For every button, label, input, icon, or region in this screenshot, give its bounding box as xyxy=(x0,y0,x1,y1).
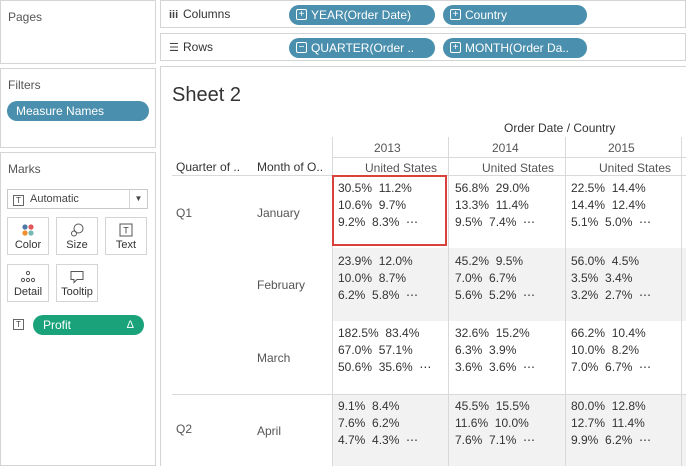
size-label: Size xyxy=(66,239,88,251)
profit-mark-row[interactable]: T Profit Δ xyxy=(7,315,148,335)
column-pill-year-label: YEAR(Order Date) xyxy=(311,8,412,22)
country-header-2013[interactable]: United States xyxy=(365,161,437,175)
columns-label-text: Columns xyxy=(183,7,231,21)
column-group-header: Order Date / Country xyxy=(504,121,616,135)
month-january[interactable]: January xyxy=(257,206,300,220)
columns-icon: iii xyxy=(169,9,179,21)
grid-line xyxy=(172,394,686,395)
marks-pane[interactable]: Marks T Automatic ▼ Color Size T Text De… xyxy=(0,152,156,466)
column-pill-country-label: Country xyxy=(465,8,508,22)
svg-text:T: T xyxy=(123,226,129,236)
rows-shelf-label: ☰ Rows xyxy=(169,40,213,54)
data-cell[interactable]: 80.0% 12.8% 12.7% 11.4% 9.9% 6.2% ⋯ xyxy=(571,398,651,449)
grid-line xyxy=(681,137,682,466)
quarter-q1[interactable]: Q1 xyxy=(176,206,192,220)
detail-icon xyxy=(8,269,48,285)
data-cell[interactable]: 56.0% 4.5% 3.5% 3.4% 3.2% 2.7% ⋯ xyxy=(571,253,651,304)
data-cell[interactable]: 66.2% 10.4% 10.0% 8.2% 7.0% 6.7% ⋯ xyxy=(571,325,651,376)
collapse-minus-icon[interactable]: − xyxy=(296,42,307,53)
row-pill-quarter[interactable]: − QUARTER(Order .. xyxy=(289,38,435,58)
color-icon xyxy=(8,222,48,238)
year-header-2013[interactable]: 2013 xyxy=(374,141,401,155)
year-header-2014[interactable]: 2014 xyxy=(492,141,519,155)
month-april[interactable]: April xyxy=(257,424,281,438)
rows-label-text: Rows xyxy=(183,40,214,54)
column-pill-year[interactable]: + YEAR(Order Date) xyxy=(289,5,435,25)
filter-pill-measure-names[interactable]: Measure Names xyxy=(7,101,149,121)
tooltip-label: Tooltip xyxy=(61,286,93,298)
row-pill-quarter-label: QUARTER(Order .. xyxy=(311,41,415,55)
data-cell[interactable]: 22.5% 14.4% 14.4% 12.4% 5.1% 5.0% ⋯ xyxy=(571,180,651,231)
grid-line xyxy=(332,157,686,158)
quarter-q2[interactable]: Q2 xyxy=(176,422,192,436)
data-cell[interactable]: 56.8% 29.0% 13.3% 11.4% 9.5% 7.4% ⋯ xyxy=(455,180,535,231)
text-icon: T xyxy=(106,222,146,238)
tooltip-button[interactable]: Tooltip xyxy=(56,264,98,302)
selected-cell-highlight xyxy=(332,175,447,246)
country-header-2015[interactable]: United States xyxy=(599,161,671,175)
column-pill-country[interactable]: + Country xyxy=(443,5,587,25)
row-pill-month[interactable]: + MONTH(Order Da.. xyxy=(443,38,587,58)
marks-title: Marks xyxy=(8,162,41,176)
text-mark-icon: T xyxy=(13,319,24,330)
profit-pill-label: Profit xyxy=(43,318,72,332)
pages-pane[interactable]: Pages xyxy=(0,0,156,64)
expand-plus-icon[interactable]: + xyxy=(450,9,461,20)
mark-type-value: Automatic xyxy=(30,193,79,205)
country-header-2014[interactable]: United States xyxy=(482,161,554,175)
text-mark-icon: T xyxy=(13,195,24,206)
size-button[interactable]: Size xyxy=(56,217,98,255)
month-march[interactable]: March xyxy=(257,351,290,365)
month-header[interactable]: Month of O.. xyxy=(257,160,323,174)
color-label: Color xyxy=(14,239,42,251)
sheet-title: Sheet 2 xyxy=(172,84,241,106)
grid-line xyxy=(448,137,449,466)
rows-shelf[interactable]: ☰ Rows − QUARTER(Order .. + MONTH(Order Da.… xyxy=(160,33,686,61)
data-cell[interactable]: 45.5% 15.5% 11.6% 10.0% 7.6% 7.1% ⋯ xyxy=(455,398,535,449)
data-cell[interactable]: 9.1% 8.4% 7.6% 6.2% 4.7% 4.3% ⋯ xyxy=(338,398,418,449)
columns-shelf[interactable]: iii Columns + YEAR(Order Date) + Country xyxy=(160,0,686,28)
expand-plus-icon[interactable]: + xyxy=(450,42,461,53)
color-button[interactable]: Color xyxy=(7,217,49,255)
chevron-down-icon[interactable]: ▼ xyxy=(129,190,147,208)
data-cell[interactable]: 32.6% 15.2% 6.3% 3.9% 3.6% 3.6% ⋯ xyxy=(455,325,535,376)
detail-label: Detail xyxy=(13,286,43,298)
expand-plus-icon[interactable]: + xyxy=(296,9,307,20)
month-february[interactable]: February xyxy=(257,278,305,292)
view-area[interactable]: Sheet 2 Order Date / Country Quarter of … xyxy=(160,66,686,466)
rows-icon: ☰ xyxy=(169,42,179,54)
detail-button[interactable]: Detail xyxy=(7,264,49,302)
text-label: Text xyxy=(115,239,137,251)
data-cell[interactable]: 45.2% 9.5% 7.0% 6.7% 5.6% 5.2% ⋯ xyxy=(455,253,535,304)
quarter-header[interactable]: Quarter of .. xyxy=(176,160,240,174)
data-cell[interactable]: 182.5% 83.4% 67.0% 57.1% 50.6% 35.6% ⋯ xyxy=(338,325,431,376)
data-cell[interactable]: 23.9% 12.0% 10.0% 8.7% 6.2% 5.8% ⋯ xyxy=(338,253,418,304)
filters-pane[interactable]: Filters Measure Names xyxy=(0,68,156,148)
profit-pill[interactable]: Profit Δ xyxy=(33,315,144,335)
grid-line xyxy=(565,137,566,466)
filters-title: Filters xyxy=(8,78,41,92)
year-header-2015[interactable]: 2015 xyxy=(608,141,635,155)
tooltip-icon xyxy=(57,269,97,285)
pages-title: Pages xyxy=(8,10,43,24)
row-pill-month-label: MONTH(Order Da.. xyxy=(465,41,570,55)
columns-shelf-label: iii Columns xyxy=(169,7,230,21)
text-button[interactable]: T Text xyxy=(105,217,147,255)
mark-type-dropdown[interactable]: T Automatic ▼ xyxy=(7,189,148,209)
size-icon xyxy=(57,222,97,238)
delta-icon: Δ xyxy=(126,319,134,331)
